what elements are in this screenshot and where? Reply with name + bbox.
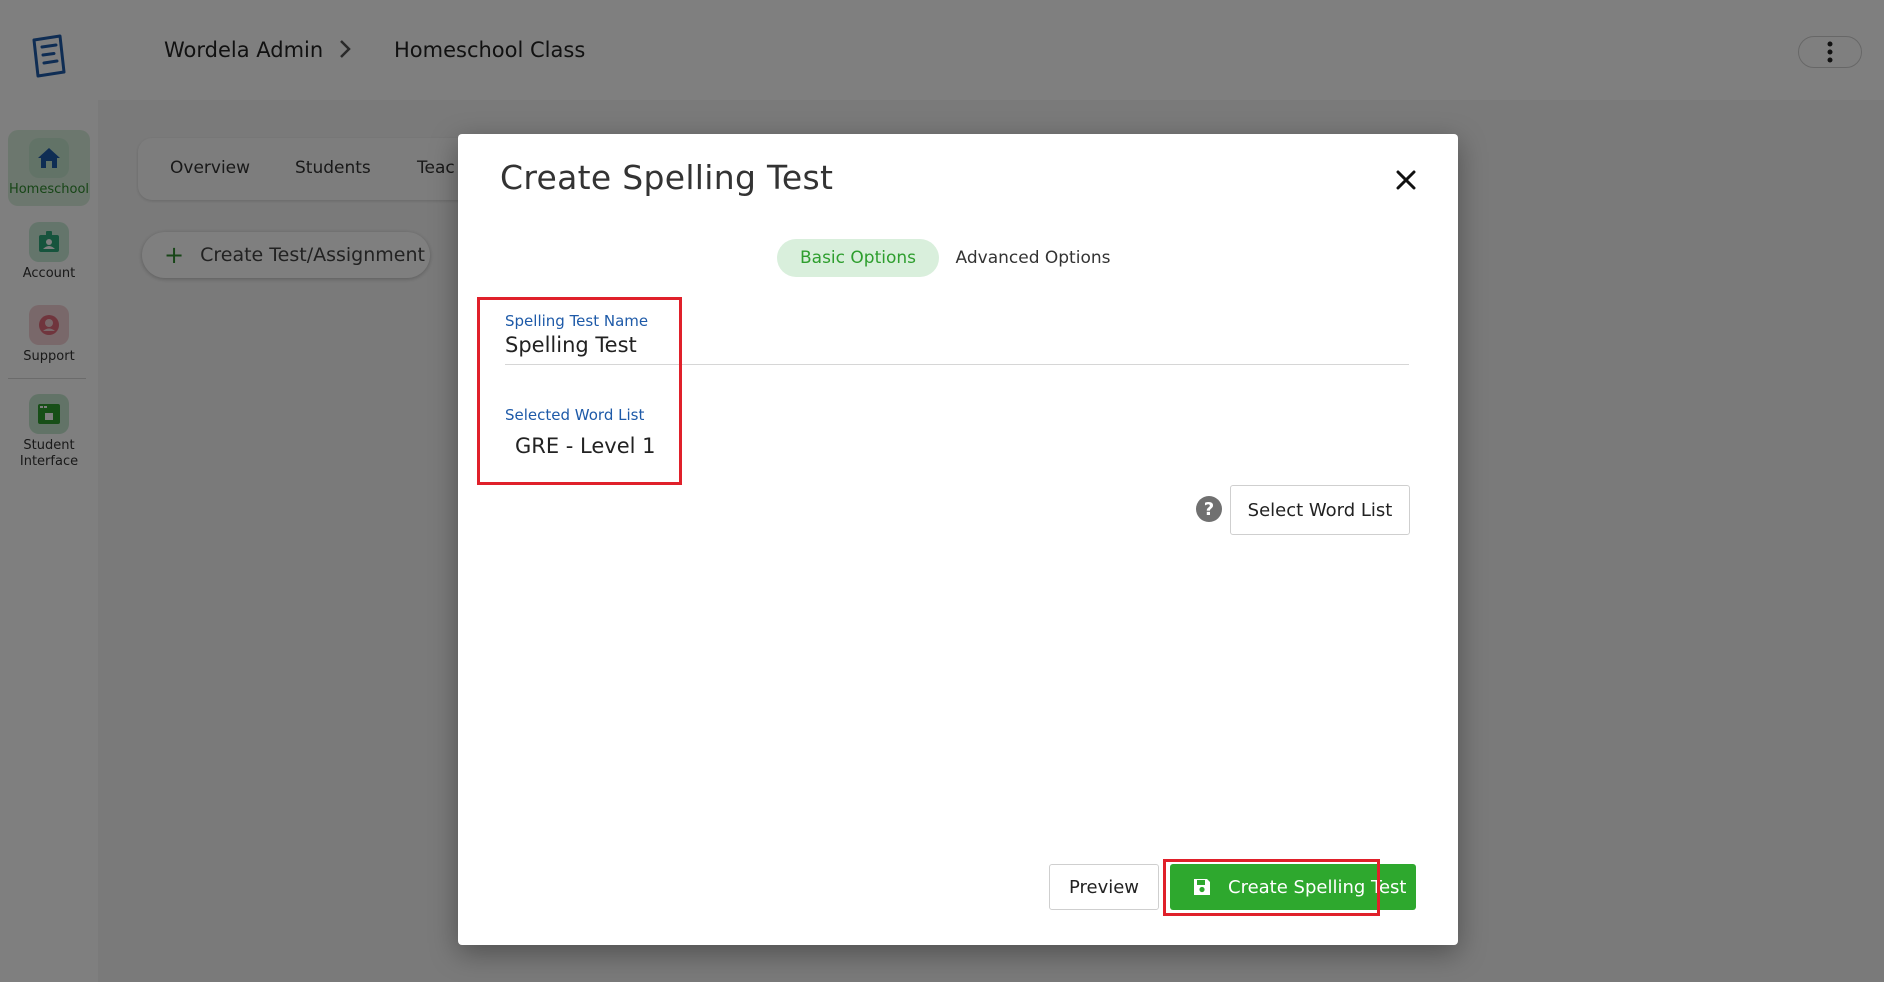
create-spelling-test-dialog: Create Spelling Test Basic Options Advan… bbox=[458, 134, 1458, 945]
preview-button[interactable]: Preview bbox=[1049, 864, 1159, 910]
help-icon[interactable]: ? bbox=[1196, 496, 1222, 522]
select-word-list-button[interactable]: Select Word List bbox=[1230, 485, 1410, 535]
create-button-highlight-box bbox=[1163, 859, 1380, 916]
tab-basic-options[interactable]: Basic Options bbox=[777, 239, 939, 277]
close-icon bbox=[1396, 170, 1416, 190]
close-button[interactable] bbox=[1386, 160, 1426, 200]
fields-highlight-box bbox=[477, 297, 682, 485]
dialog-title: Create Spelling Test bbox=[500, 158, 834, 197]
tab-advanced-options[interactable]: Advanced Options bbox=[948, 239, 1118, 277]
